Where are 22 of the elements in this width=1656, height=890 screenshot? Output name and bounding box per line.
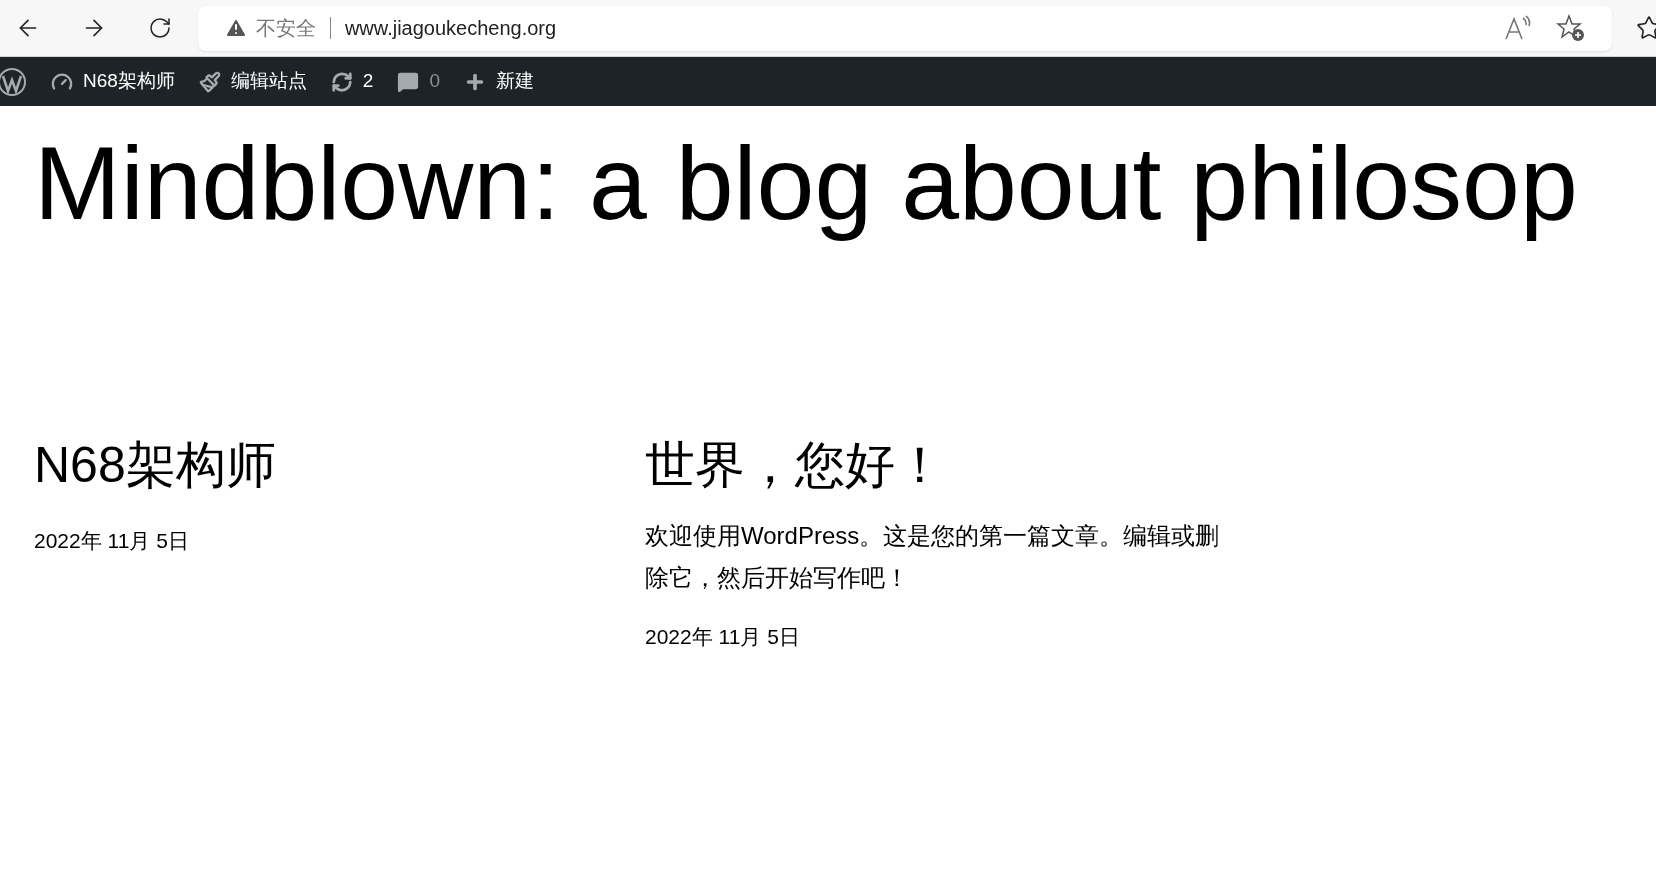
address-bar[interactable]: 不安全 www.jiagoukecheng.org <box>197 5 1613 51</box>
refresh-icon <box>330 70 353 93</box>
comment-icon <box>397 70 420 93</box>
post-title[interactable]: N68架构师 <box>34 433 645 497</box>
brush-icon <box>198 70 221 93</box>
reload-icon <box>147 16 172 40</box>
admin-bar-item[interactable]: 2 <box>330 57 374 106</box>
post-excerpt: 欢迎使用WordPress。这是您的第一篇文章。编辑或删除它，然后开始写作吧！ <box>645 521 1220 593</box>
admin-bar-item[interactable]: 编辑站点 <box>198 57 307 106</box>
admin-bar-item[interactable]: N68架构师 <box>51 57 175 106</box>
url-text: www.jiagoukecheng.org <box>344 16 557 41</box>
site-title: Mindblown: a blog about philosop <box>34 124 1579 243</box>
add-favorite-icon[interactable] <box>1556 14 1587 42</box>
read-aloud-icon[interactable] <box>1504 15 1533 41</box>
post-title[interactable]: 世界，您好！ <box>645 433 1225 497</box>
wordpress-logo-icon[interactable] <box>0 66 27 97</box>
security-label: 不安全 <box>255 16 316 41</box>
post-date: 2022年 11月 5日 <box>645 624 801 650</box>
admin-bar-item[interactable]: 新建 <box>464 57 534 106</box>
post-date: 2022年 11月 5日 <box>34 528 190 554</box>
admin-bar-item[interactable]: 0 <box>397 57 440 106</box>
favorites-icon[interactable] <box>1636 15 1656 41</box>
